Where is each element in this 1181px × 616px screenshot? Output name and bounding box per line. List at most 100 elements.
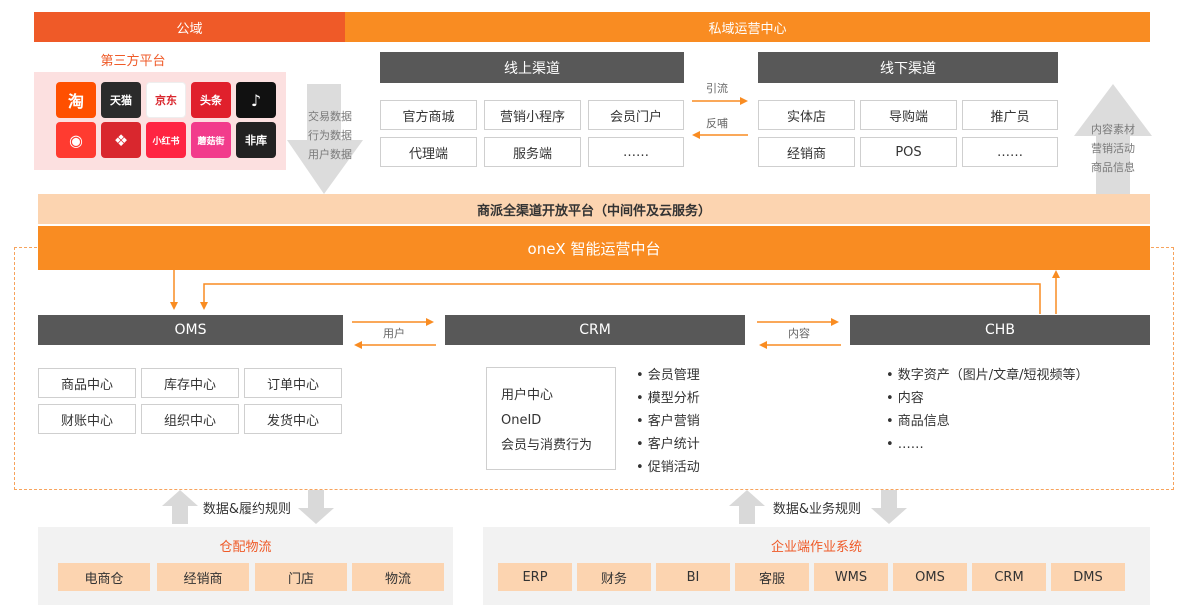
toutiao-icon: 头条	[191, 82, 231, 118]
logistics-item: 经销商	[157, 563, 249, 591]
down-gray-arrow-icon	[871, 490, 907, 524]
chb-header: CHB	[850, 315, 1150, 345]
data-flow-right-item: 内容素材	[1091, 123, 1135, 136]
taobao-icon: 淘	[56, 82, 96, 118]
third-party-title: 第三方平台	[100, 53, 166, 69]
enterprise-system-item: ERP	[498, 563, 572, 591]
online-channel-header: 线上渠道	[380, 52, 684, 83]
offline-channel-item: 推广员	[962, 100, 1058, 130]
enterprise-system-item: 财务	[577, 563, 651, 591]
crm-title: CRM	[579, 322, 611, 338]
connector-lines	[170, 270, 1060, 314]
chb-title: CHB	[985, 322, 1015, 338]
crm-core-item: OneID	[501, 413, 542, 428]
crm-feature: • 会员管理	[636, 368, 700, 383]
data-flow-left-item: 行为数据	[308, 129, 352, 142]
offline-channel-item: 导购端	[860, 100, 957, 130]
right-arrow-icon	[692, 97, 748, 105]
content-flow-label: 内容	[788, 327, 810, 340]
third-party-panel: 淘天猫 京东 头条 ♪ ◉ ❖ 小红书 蘑菇街 非库	[34, 72, 286, 170]
chb-feature: • 商品信息	[886, 414, 950, 429]
public-domain-banner: 公域	[34, 12, 345, 42]
xiaohongshu-icon: 小红书	[146, 122, 186, 158]
crm-core-box: 用户中心 OneID 会员与消费行为	[486, 367, 616, 470]
oms-item: 组织中心	[141, 404, 239, 434]
oms-title: OMS	[174, 322, 207, 338]
middleware-bar: 商派全渠道开放平台（中间件及云服务）	[38, 194, 1150, 224]
crm-header: CRM	[445, 315, 745, 345]
enterprise-panel: 企业端作业系统 ERP 财务 BI 客服 WMS OMS CRM DMS	[483, 527, 1150, 605]
enterprise-system-item: WMS	[814, 563, 888, 591]
data-flow-left: 交易数据 行为数据 用户数据	[300, 107, 360, 164]
crm-core-item: 会员与消费行为	[501, 438, 593, 453]
middleware-label: 商派全渠道开放平台（中间件及云服务）	[476, 203, 711, 219]
data-flow-right-item: 营销活动	[1091, 142, 1135, 155]
private-domain-banner: 私域运营中心	[345, 12, 1150, 42]
online-channel-item: 官方商城	[380, 100, 477, 130]
oms-item: 库存中心	[141, 368, 239, 398]
guide-traffic-label: 引流	[706, 82, 728, 95]
online-channel-item: 会员门户	[588, 100, 684, 130]
crm-feature: • 客户统计	[636, 437, 700, 452]
chb-feature: • ……	[886, 437, 924, 452]
onex-bar: oneX 智能运营中台	[38, 226, 1150, 270]
down-gray-arrow-icon	[298, 490, 334, 524]
offline-channel-title: 线下渠道	[880, 60, 936, 77]
online-channel-item: 服务端	[484, 137, 581, 167]
chb-feature: • 数字资产（图片/文章/短视频等）	[886, 368, 1089, 383]
logistics-item: 门店	[255, 563, 347, 591]
business-rule-label: 数据&业务规则	[772, 501, 862, 517]
up-gray-arrow-icon	[729, 490, 765, 524]
oms-item: 财账中心	[38, 404, 136, 434]
offline-channel-item: 实体店	[758, 100, 855, 130]
chb-feature-list: • 数字资产（图片/文章/短视频等） • 内容 • 商品信息 • ……	[886, 364, 1089, 456]
data-flow-right: 内容素材 营销活动 商品信息	[1078, 120, 1148, 177]
enterprise-system-item: DMS	[1051, 563, 1125, 591]
crm-feature: • 模型分析	[636, 391, 700, 406]
enterprise-system-item: 客服	[735, 563, 809, 591]
offline-channel-item: POS	[860, 137, 957, 167]
enterprise-title: 企业端作业系统	[770, 539, 862, 555]
public-domain-label: 公域	[176, 21, 203, 37]
crm-feature: • 客户营销	[636, 414, 700, 429]
data-flow-left-item: 交易数据	[308, 110, 352, 123]
online-channel-item: ……	[588, 137, 684, 167]
crm-feature-list: • 会员管理 • 模型分析 • 客户营销 • 客户统计 • 促销活动	[636, 364, 700, 479]
feedback-label: 反哺	[706, 117, 728, 130]
data-flow-right-item: 商品信息	[1091, 161, 1135, 174]
app-grid: 淘天猫 京东 头条 ♪ ◉ ❖ 小红书 蘑菇街 非库	[56, 82, 276, 158]
data-flow-left-item: 用户数据	[308, 148, 352, 161]
offline-channel-item: ……	[962, 137, 1058, 167]
user-flow-label: 用户	[383, 327, 405, 340]
crm-feature: • 促销活动	[636, 460, 700, 475]
online-channel-item: 营销小程序	[484, 100, 581, 130]
oms-header: OMS	[38, 315, 343, 345]
logistics-panel: 仓配物流 电商仓 经销商 门店 物流	[38, 527, 453, 605]
enterprise-system-item: OMS	[893, 563, 967, 591]
douyin-icon: ♪	[236, 82, 276, 118]
fulfillment-rule-label: 数据&履约规则	[202, 501, 292, 517]
pinduoduo-icon: ❖	[101, 122, 141, 158]
taobao-live-icon: ◉	[56, 122, 96, 158]
onex-label: oneX 智能运营中台	[527, 239, 661, 258]
online-channel-item: 代理端	[380, 137, 477, 167]
jd-icon: 京东	[146, 82, 186, 118]
tmall-icon: 天猫	[101, 82, 141, 118]
logistics-item: 物流	[352, 563, 444, 591]
feiku-icon: 非库	[236, 122, 276, 158]
logistics-item: 电商仓	[58, 563, 150, 591]
crm-core-item: 用户中心	[501, 388, 554, 403]
oms-item: 发货中心	[244, 404, 342, 434]
online-channel-title: 线上渠道	[504, 60, 560, 77]
oms-item: 订单中心	[244, 368, 342, 398]
enterprise-system-item: BI	[656, 563, 730, 591]
oms-item: 商品中心	[38, 368, 136, 398]
left-arrow-icon	[692, 131, 748, 139]
offline-channel-item: 经销商	[758, 137, 855, 167]
logistics-title: 仓配物流	[219, 539, 272, 555]
private-domain-label: 私域运营中心	[708, 21, 787, 37]
mogujie-icon: 蘑菇街	[191, 122, 231, 158]
chb-feature: • 内容	[886, 391, 924, 406]
offline-channel-header: 线下渠道	[758, 52, 1058, 83]
enterprise-system-item: CRM	[972, 563, 1046, 591]
